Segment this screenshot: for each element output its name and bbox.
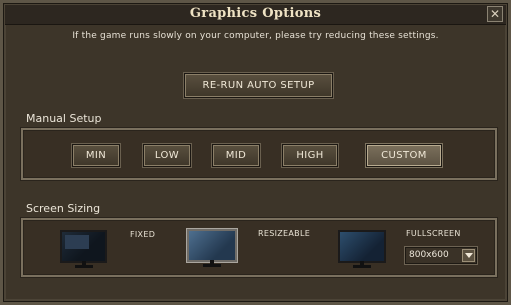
screen-sizing-title: Screen Sizing xyxy=(26,202,101,215)
close-button[interactable]: ✕ xyxy=(487,6,503,22)
preset-high-button[interactable]: HIGH xyxy=(282,144,338,167)
fixed-monitor-icon[interactable] xyxy=(60,230,107,268)
resolution-value: 800x600 xyxy=(409,250,449,260)
graphics-options-window: Graphics Options ✕ If the game runs slow… xyxy=(0,0,511,305)
window-title: Graphics Options xyxy=(189,6,322,21)
help-text: If the game runs slowly on your computer… xyxy=(72,31,439,41)
resizeable-monitor-icon[interactable] xyxy=(187,229,237,267)
manual-setup-title: Manual Setup xyxy=(26,112,102,125)
chevron-down-icon[interactable] xyxy=(462,249,475,262)
title-bar: Graphics Options ✕ xyxy=(5,5,506,25)
preset-mid-button[interactable]: MID xyxy=(212,144,260,167)
rerun-auto-setup-button[interactable]: RE-RUN AUTO SETUP xyxy=(184,73,333,98)
fullscreen-monitor-icon[interactable] xyxy=(338,230,386,268)
fullscreen-mode-label[interactable]: FULLSCREEN xyxy=(406,229,461,238)
resolution-select[interactable]: 800x600 xyxy=(405,247,477,264)
preset-custom-button[interactable]: CUSTOM xyxy=(366,144,442,167)
preset-low-button[interactable]: LOW xyxy=(143,144,191,167)
resizeable-mode-label[interactable]: RESIZEABLE xyxy=(258,229,310,238)
fixed-mode-label[interactable]: FIXED xyxy=(130,230,155,239)
preset-min-button[interactable]: MIN xyxy=(72,144,120,167)
